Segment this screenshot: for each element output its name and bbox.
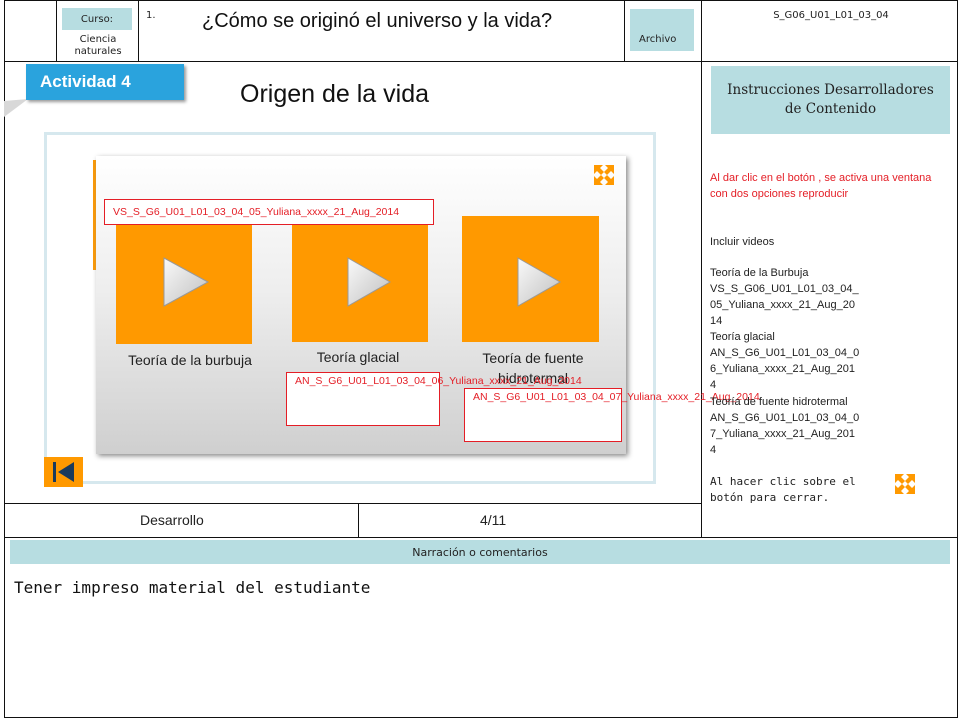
curso-value: Ciencia naturales [74, 34, 122, 57]
play-icon [347, 257, 392, 307]
instruction-t2-code: AN_S_G6_U01_L01_03_04_06_Yuliana_xxxx_21… [710, 347, 860, 391]
activity-title: Origen de la vida [240, 80, 430, 108]
annotation-video-code-3: AN_S_G6_U01_L01_03_04_07_Yuliana_xxxx_21… [464, 388, 760, 442]
phase-label: Desarrollo [140, 512, 204, 528]
page-indicator: 4/11 [480, 512, 507, 528]
video-tile-burbuja[interactable] [116, 218, 252, 344]
skip-back-icon [53, 462, 74, 482]
play-icon [517, 257, 562, 307]
narration-top-line [4, 537, 958, 538]
border-bottom [4, 717, 958, 718]
activity-badge: Actividad 4 [26, 64, 184, 100]
instruction-t2-name: Teoría glacial [710, 331, 775, 343]
instructions-header: Instrucciones Desarrolladores de Conteni… [711, 66, 950, 134]
caption-glacial: Teoría glacial [316, 349, 400, 365]
instructions-header-label: Instrucciones Desarrolladores de Conteni… [727, 82, 934, 117]
border-right [957, 0, 958, 718]
expand-close-icon [895, 474, 915, 494]
curso-label-box: Curso: [62, 8, 132, 30]
header-divider-1 [56, 0, 57, 61]
border-top [4, 0, 958, 1]
footer-divider [358, 503, 359, 537]
instruction-t1-code: VS_S_G06_U01_L01_03_04_05_Yuliana_xxxx_2… [710, 283, 859, 327]
content-bottom-line [4, 503, 701, 504]
annotation-video-code-2: AN_S_G6_U01_L01_03_04_06_Yuliana_xxxx_21… [286, 372, 582, 426]
caption-burbuja: Teoría de la burbuja [128, 352, 252, 368]
archivo-box[interactable]: Archivo [630, 9, 694, 51]
header-divider-3 [624, 0, 625, 61]
header-divider-2 [138, 0, 139, 61]
narration-header: Narración o comentarios [10, 540, 950, 564]
narration-text: Tener impreso material del estudiante [14, 578, 371, 597]
curso-label: Curso: [80, 13, 114, 25]
video-tile-glacial[interactable] [292, 218, 428, 342]
instruction-red-text: Al dar clic en el botón , se activa una … [710, 172, 932, 200]
back-button[interactable] [44, 457, 83, 487]
badge-fold [4, 99, 28, 117]
play-icon [163, 257, 210, 307]
archivo-label: Archivo [639, 34, 677, 45]
header-bottom-line [4, 61, 958, 62]
page-title: ¿Cómo se originó el universo y la vida? [202, 10, 553, 32]
annotation-video-code-1: VS_S_G6_U01_L01_03_04_05_Yuliana_xxxx_21… [104, 199, 434, 225]
activity-badge-label: Actividad 4 [40, 72, 131, 91]
instruction-t3-name: Teoría de fuente hidrotermal [710, 396, 848, 408]
question-number: 1. [146, 10, 156, 21]
video-tile-hidrotermal[interactable] [462, 216, 599, 342]
header-divider-4 [701, 0, 702, 537]
narration-header-label: Narración o comentarios [412, 545, 548, 559]
instruction-close-text: Al hacer clic sobre el botón para cerrar… [710, 475, 856, 504]
instruction-t3-code: AN_S_G6_U01_L01_03_04_07_Yuliana_xxxx_21… [710, 412, 860, 456]
expand-close-icon[interactable] [592, 163, 616, 187]
file-code: S_G06_U01_L01_03_04 [773, 10, 889, 21]
instruction-t1-name: Teoría de la Burbuja [710, 267, 809, 279]
instruction-include: Incluir videos [710, 236, 775, 248]
